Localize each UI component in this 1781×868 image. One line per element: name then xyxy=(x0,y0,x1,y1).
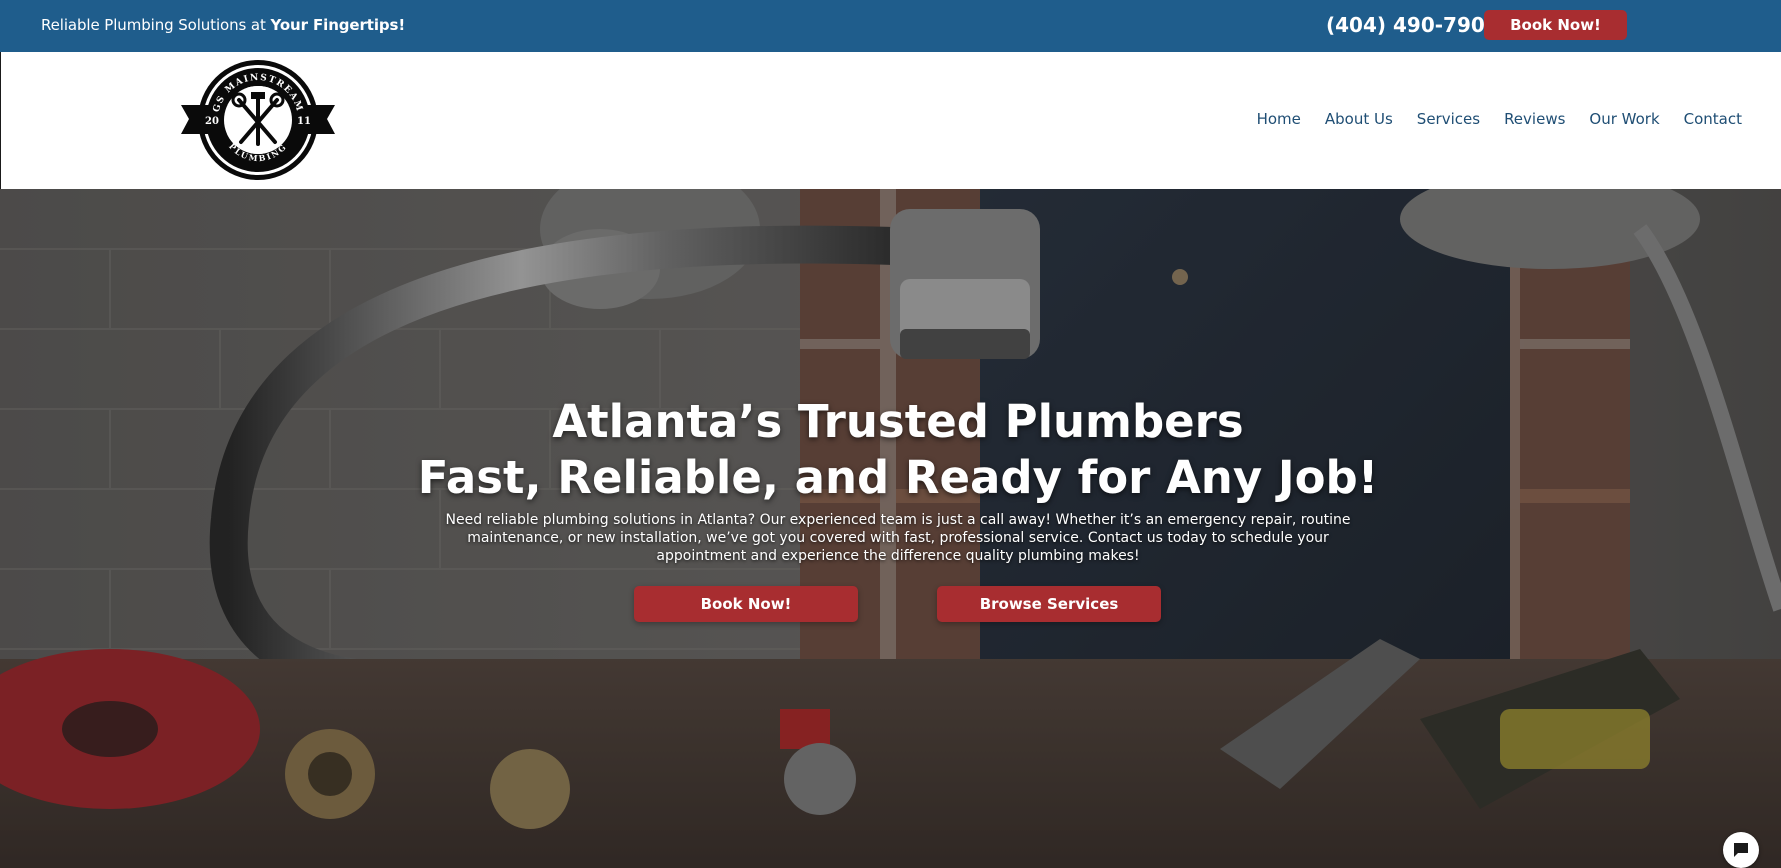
nav-about-us[interactable]: About Us xyxy=(1325,110,1393,128)
hero-section: Atlanta’s Trusted Plumbers Fast, Reliabl… xyxy=(0,189,1781,868)
chat-widget-button[interactable] xyxy=(1723,832,1759,868)
logo-year-right: 11 xyxy=(297,116,311,127)
hero-book-now-button[interactable]: Book Now! xyxy=(634,586,858,622)
site-header: GS MAINSTREAM PLUMBING 20 11 Home About … xyxy=(0,52,1781,189)
tagline: Reliable Plumbing Solutions at Your Fing… xyxy=(41,16,405,34)
chat-bubble-icon xyxy=(1734,843,1748,857)
tagline-bold: Your Fingertips! xyxy=(270,16,406,34)
browse-services-button[interactable]: Browse Services xyxy=(937,586,1161,622)
wrench-logo-icon: GS MAINSTREAM PLUMBING 20 11 xyxy=(181,60,335,180)
tagline-prefix: Reliable Plumbing Solutions at xyxy=(41,16,271,34)
nav-contact[interactable]: Contact xyxy=(1684,110,1742,128)
company-logo[interactable]: GS MAINSTREAM PLUMBING 20 11 xyxy=(181,58,335,182)
hero-description: Need reliable plumbing solutions in Atla… xyxy=(445,512,1351,564)
hero-title-line-2: Fast, Reliable, and Ready for Any Job! xyxy=(417,451,1379,504)
hero-title: Atlanta’s Trusted Plumbers Fast, Reliabl… xyxy=(0,394,1781,506)
hero-title-line-1: Atlanta’s Trusted Plumbers xyxy=(552,395,1244,448)
phone-link[interactable]: (404) 490-7901 xyxy=(1326,13,1499,37)
top-book-now-button[interactable]: Book Now! xyxy=(1484,10,1627,40)
nav-our-work[interactable]: Our Work xyxy=(1589,110,1659,128)
main-nav: Home About Us Services Reviews Our Work … xyxy=(1233,110,1742,128)
nav-home[interactable]: Home xyxy=(1257,110,1301,128)
logo-year-left: 20 xyxy=(205,116,219,127)
top-bar: Reliable Plumbing Solutions at Your Fing… xyxy=(0,0,1781,52)
nav-reviews[interactable]: Reviews xyxy=(1504,110,1565,128)
nav-services[interactable]: Services xyxy=(1417,110,1480,128)
